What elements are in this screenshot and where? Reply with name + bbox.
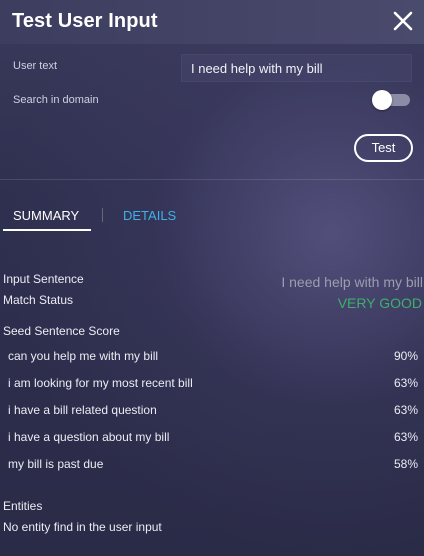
user-text-input[interactable] xyxy=(181,54,412,82)
tab-separator xyxy=(102,208,103,222)
seed-row: can you help me with my bill 90% xyxy=(0,344,424,371)
tab-summary[interactable]: SUMMARY xyxy=(13,208,79,223)
close-button[interactable] xyxy=(390,8,416,34)
match-status-label: Match Status xyxy=(3,293,74,307)
seed-sentence-score: 63% xyxy=(393,403,418,417)
seed-sentence-score: 90% xyxy=(393,349,418,363)
seed-row: i have a question about my bill 63% xyxy=(0,425,424,452)
seed-sentence-text: my bill is past due xyxy=(8,457,104,471)
seed-sentence-text: i have a question about my bill xyxy=(8,430,170,444)
tab-details[interactable]: DETAILS xyxy=(123,208,176,223)
panel-header: Test User Input xyxy=(0,0,424,44)
seed-sentence-list: can you help me with my bill 90% i am lo… xyxy=(0,344,424,479)
seed-sentence-text: i am looking for my most recent bill xyxy=(8,376,193,390)
active-tab-indicator xyxy=(3,229,91,231)
seed-row: i am looking for my most recent bill 63% xyxy=(0,371,424,398)
search-domain-toggle[interactable] xyxy=(372,90,410,110)
test-user-input-panel: Test User Input User text Search in doma… xyxy=(0,0,424,556)
seed-row: my bill is past due 58% xyxy=(0,452,424,479)
seed-sentence-score-label: Seed Sentence Score xyxy=(3,324,120,338)
seed-sentence-text: i have a bill related question xyxy=(8,403,157,417)
seed-row: i have a bill related question 63% xyxy=(0,398,424,425)
panel-title: Test User Input xyxy=(12,10,158,32)
test-button[interactable]: Test xyxy=(354,134,413,162)
seed-sentence-score: 63% xyxy=(393,430,418,444)
user-text-label: User text xyxy=(13,60,58,72)
entities-value: No entity find in the user input xyxy=(3,520,162,534)
seed-sentence-text: can you help me with my bill xyxy=(8,349,159,363)
toggle-thumb xyxy=(372,90,392,110)
input-sentence-label: Input Sentence xyxy=(3,272,84,286)
seed-sentence-score: 63% xyxy=(393,376,418,390)
close-icon xyxy=(393,11,413,31)
seed-sentence-score: 58% xyxy=(393,457,418,471)
entities-label: Entities xyxy=(3,499,43,513)
input-sentence-value: I need help with my bill xyxy=(281,274,423,290)
search-domain-label: Search in domain xyxy=(13,94,99,106)
match-status-value: VERY GOOD xyxy=(337,295,422,311)
section-divider xyxy=(0,179,424,180)
